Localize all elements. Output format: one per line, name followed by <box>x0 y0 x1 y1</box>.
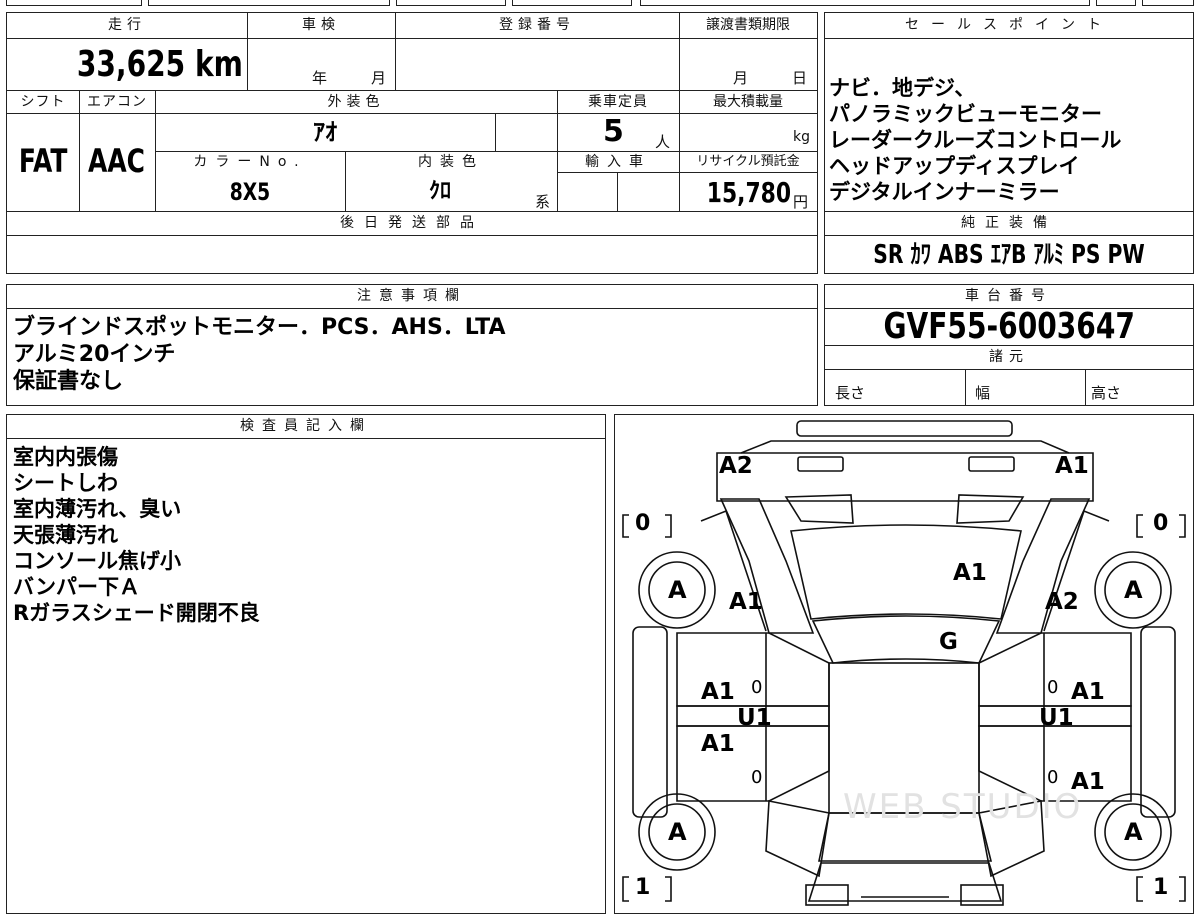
chassis-no-value: GVF55-6003647 <box>883 306 1135 347</box>
transfer-deadline-header: 譲渡書類期限 <box>706 17 790 33</box>
fender-left-grade: A1 <box>729 589 763 615</box>
sales-point-item: ヘッドアップディスプレイ <box>829 154 1080 178</box>
tread-front-right: 0 <box>1153 511 1169 536</box>
color-no-header: カラーNo. <box>193 154 307 170</box>
transfer-day-unit: 日 <box>792 69 808 87</box>
note-item: アルミ20インチ <box>13 342 176 367</box>
top-remnant <box>0 0 1200 8</box>
sales-point-item: レーダークルーズコントロール <box>829 128 1122 152</box>
genuine-equipment-header: 純正装備 <box>961 215 1057 231</box>
mark-front-right: 0 <box>1047 677 1059 698</box>
height-label: 高さ <box>1091 384 1122 402</box>
door-rear-left-grade: A1 <box>701 731 735 757</box>
capacity-unit: 人 <box>655 133 671 151</box>
sales-points-header: セールスポイント <box>905 17 1113 33</box>
aircon-value: AAC <box>88 142 146 180</box>
exterior-color-value: ｱｵ <box>313 118 337 146</box>
exterior-color-header: 外装色 <box>327 94 385 110</box>
watermark: WEB STUDIO <box>843 787 1083 827</box>
tread-front-left: 0 <box>635 511 651 536</box>
windshield-grade: G <box>939 629 958 655</box>
shift-value: FAT <box>18 142 68 180</box>
wheel-rear-right: A <box>1124 818 1143 846</box>
sales-point-item: ナビ．地デジ、 <box>829 76 976 100</box>
fender-right-grade: A2 <box>1045 589 1079 615</box>
notes-header: 注意事項欄 <box>357 288 467 304</box>
notes-box: 注意事項欄 ブラインドスポットモニター．PCS．AHS．LTA アルミ20インチ… <box>6 284 818 406</box>
sales-point-item: デジタルインナーミラー <box>829 180 1060 204</box>
interior-color-value: ｸﾛ <box>428 179 451 204</box>
tread-rear-right: 1 <box>1153 875 1169 900</box>
wheel-front-left: A <box>668 576 687 604</box>
inspection-year-unit: 年 <box>312 69 328 87</box>
width-label: 幅 <box>975 384 991 402</box>
inspector-item: バンパー下Ａ <box>13 575 141 599</box>
sales-point-item: パノラミックビューモニター <box>829 102 1102 126</box>
interior-color-suffix: 系 <box>535 193 551 211</box>
damage-diagram: 0 0 1 1 A A A A A2 A1 A1 A1 A2 G A1 A1 A… <box>614 414 1194 914</box>
wheel-rear-left: A <box>668 818 687 846</box>
inspector-item: Rガラスシェード開閉不良 <box>13 601 260 625</box>
mileage-value: 33,625 km <box>76 44 243 85</box>
shift-header: シフト <box>20 94 66 110</box>
aircon-header: エアコン <box>87 94 147 110</box>
door-front-right-grade: A1 <box>1071 679 1105 705</box>
inspector-box: 検査員記入欄 室内内張傷 シートしわ 室内薄汚れ、臭い 天張薄汚れ コンソール焦… <box>6 414 606 914</box>
inspector-item: 室内内張傷 <box>13 445 118 469</box>
note-item: ブラインドスポットモニター．PCS．AHS．LTA <box>13 315 506 340</box>
recycle-fee-unit: 円 <box>793 193 809 211</box>
specs-header: 諸元 <box>989 349 1029 365</box>
capacity-value: 5 <box>603 114 624 149</box>
max-load-header: 最大積載量 <box>713 94 783 110</box>
inspection-header: 車検 <box>302 17 340 33</box>
genuine-equipment-value: SR ｶﾜ ABS ｴｱB ｱﾙﾐ PS PW <box>873 240 1145 270</box>
import-header: 輸入車 <box>585 154 651 170</box>
mark-rear-right: 0 <box>1047 767 1059 788</box>
later-parts-header: 後日発送部品 <box>340 215 484 231</box>
inspector-item: 室内薄汚れ、臭い <box>13 497 182 521</box>
length-label: 長さ <box>835 384 866 402</box>
mark-front-left: 0 <box>751 677 763 698</box>
registration-header: 登録番号 <box>499 17 575 33</box>
chassis-box: 車台番号 GVF55-6003647 諸元 長さ 幅 高さ <box>824 284 1194 406</box>
sales-points-box: セールスポイント ナビ．地デジ、 パノラミックビューモニター レーダークルーズコ… <box>824 12 1194 274</box>
inspector-item: コンソール焦げ小 <box>13 549 181 573</box>
recycle-fee-value: 15,780 <box>706 176 791 209</box>
capacity-header: 乗車定員 <box>588 94 648 110</box>
car-outline <box>622 420 1186 906</box>
inspector-item: シートしわ <box>13 471 118 495</box>
hood-grade: A1 <box>953 560 987 586</box>
front-right-grade: A1 <box>1055 453 1089 479</box>
inspection-month-unit: 月 <box>371 69 387 87</box>
interior-color-header: 内装色 <box>418 154 484 170</box>
transfer-month-unit: 月 <box>733 69 749 87</box>
max-load-unit: kg <box>793 129 810 145</box>
door-front-left-grade: A1 <box>701 679 735 705</box>
chassis-no-header: 車台番号 <box>965 288 1053 304</box>
recycle-fee-header: リサイクル預託金 <box>696 154 800 169</box>
mileage-header: 走行 <box>108 17 146 33</box>
front-left-grade: A2 <box>719 453 753 479</box>
pillar-left-grade: U1 <box>737 705 772 731</box>
color-no-value: 8X5 <box>229 178 271 206</box>
inspector-item: 天張薄汚れ <box>13 523 118 547</box>
pillar-right-grade: U1 <box>1039 705 1074 731</box>
note-item: 保証書なし <box>13 369 124 394</box>
inspector-header: 検査員記入欄 <box>240 418 372 434</box>
wheel-front-right: A <box>1124 576 1143 604</box>
tread-rear-left: 1 <box>635 875 651 900</box>
vehicle-info-grid: 走行 車検 登録番号 譲渡書類期限 33,625 km 年 月 月 日 シフト … <box>6 12 818 274</box>
mark-rear-left: 0 <box>751 767 763 788</box>
